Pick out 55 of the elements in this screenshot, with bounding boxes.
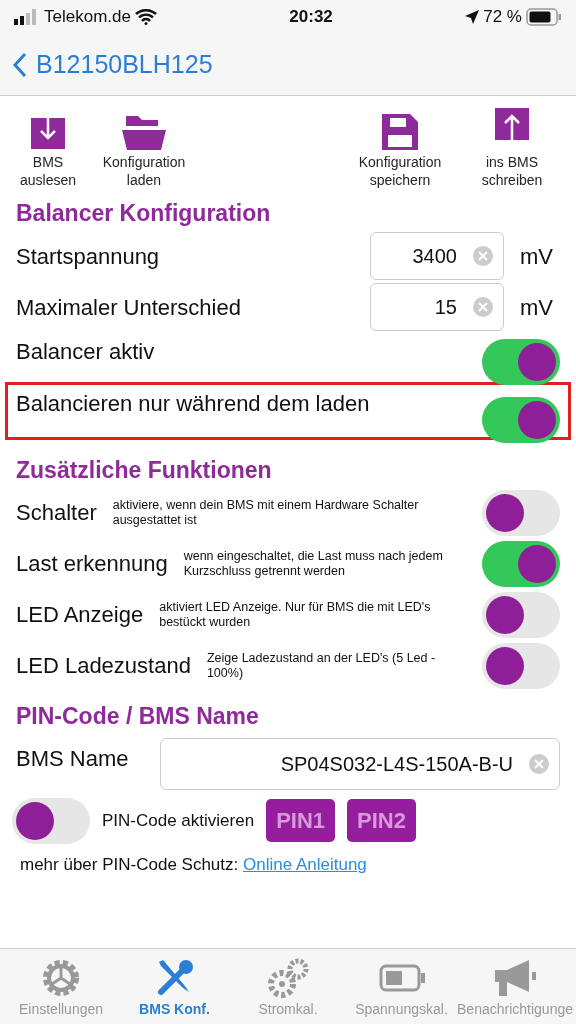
action-button[interactable]: ins BMS schreiben: [456, 154, 568, 189]
location-arrow-icon: [465, 10, 480, 24]
setting-label: LED Anzeige: [16, 601, 144, 629]
gears-icon: [266, 958, 310, 998]
toggle-switch[interactable]: [482, 540, 560, 587]
back-icon[interactable]: [12, 51, 28, 78]
folder-icon: [122, 116, 166, 150]
toggle-switch[interactable]: [482, 338, 560, 385]
toggle-label: PIN-Code aktivieren: [102, 809, 255, 832]
setting-label: Last erkennung: [16, 550, 168, 578]
tab-bar-item[interactable]: Spannungskal.: [355, 999, 448, 1020]
section-title: Zusätzliche Funktionen: [16, 455, 273, 485]
toggle-switch[interactable]: [482, 642, 560, 689]
action-button[interactable]: Konfiguration laden: [88, 154, 200, 189]
carrier-name: Telekom.de: [44, 6, 131, 29]
setting-label: Balancer aktiv: [16, 337, 155, 366]
clock-time: 20:32: [289, 6, 333, 29]
info-text: mehr über PIN-Code Schutz:: [20, 854, 239, 874]
action-button[interactable]: Konfiguration speichern: [344, 154, 456, 189]
toggle-switch[interactable]: [12, 797, 90, 844]
setting-label: LED Ladezustand: [16, 652, 191, 680]
toggle-switch[interactable]: [482, 396, 560, 443]
battery-icon: [526, 8, 562, 26]
input-field[interactable]: 3400: [370, 232, 504, 280]
tab-bar-item[interactable]: Benachrichtigunge: [457, 999, 573, 1020]
unit-label: mV: [520, 242, 554, 271]
section-title: PIN-Code / BMS Name: [16, 702, 260, 731]
toggle-switch[interactable]: [482, 489, 560, 536]
online-guide-link[interactable]: Online Anleitung: [243, 854, 367, 874]
tab-bar-item[interactable]: BMS Konf.: [139, 999, 210, 1020]
setting-description: Zeige Ladezustand an der LED's (5 Led - 100%): [206, 650, 437, 681]
input-field[interactable]: SP04S032-L4S-150A-B-U: [160, 737, 560, 790]
setting-description: aktiviert LED Anzeige. Nur für BMS die mit LED's bestückt wurden: [159, 599, 432, 630]
pin-button[interactable]: PIN2: [347, 799, 416, 842]
field-label: Startspannung: [16, 242, 161, 271]
setting-label: Schalter: [16, 499, 97, 527]
setting-description: wenn eingeschaltet, die Last muss nach jedem Kurzschluss getrennt werden: [183, 548, 444, 579]
pin-button[interactable]: PIN1: [266, 799, 336, 842]
battery-icon: [378, 964, 425, 992]
field-label: BMS Name: [16, 744, 130, 773]
input-field[interactable]: 15: [370, 283, 504, 331]
toggle-switch[interactable]: [482, 591, 560, 638]
setting-description: aktiviere, wenn dein BMS mit einem Hardware Schalter ausgestattet ist: [112, 497, 420, 528]
unit-label: mV: [520, 293, 554, 322]
section-title: Balancer Konfiguration: [16, 199, 272, 228]
screen-title: B12150BLH125: [36, 48, 213, 80]
action-button[interactable]: BMS auslesen: [8, 154, 88, 189]
wifi-icon: [134, 9, 157, 25]
tab-bar-item[interactable]: Stromkal.: [258, 999, 318, 1020]
field-label: Maximaler Unterschied: [16, 293, 242, 322]
battery-percent: 72 %: [483, 6, 522, 29]
gear-icon: [41, 958, 81, 998]
tab-bar-item[interactable]: Einstellungen: [18, 999, 104, 1020]
megaphone-icon: [493, 958, 537, 998]
setting-label: Balancieren nur während dem laden: [16, 389, 370, 418]
